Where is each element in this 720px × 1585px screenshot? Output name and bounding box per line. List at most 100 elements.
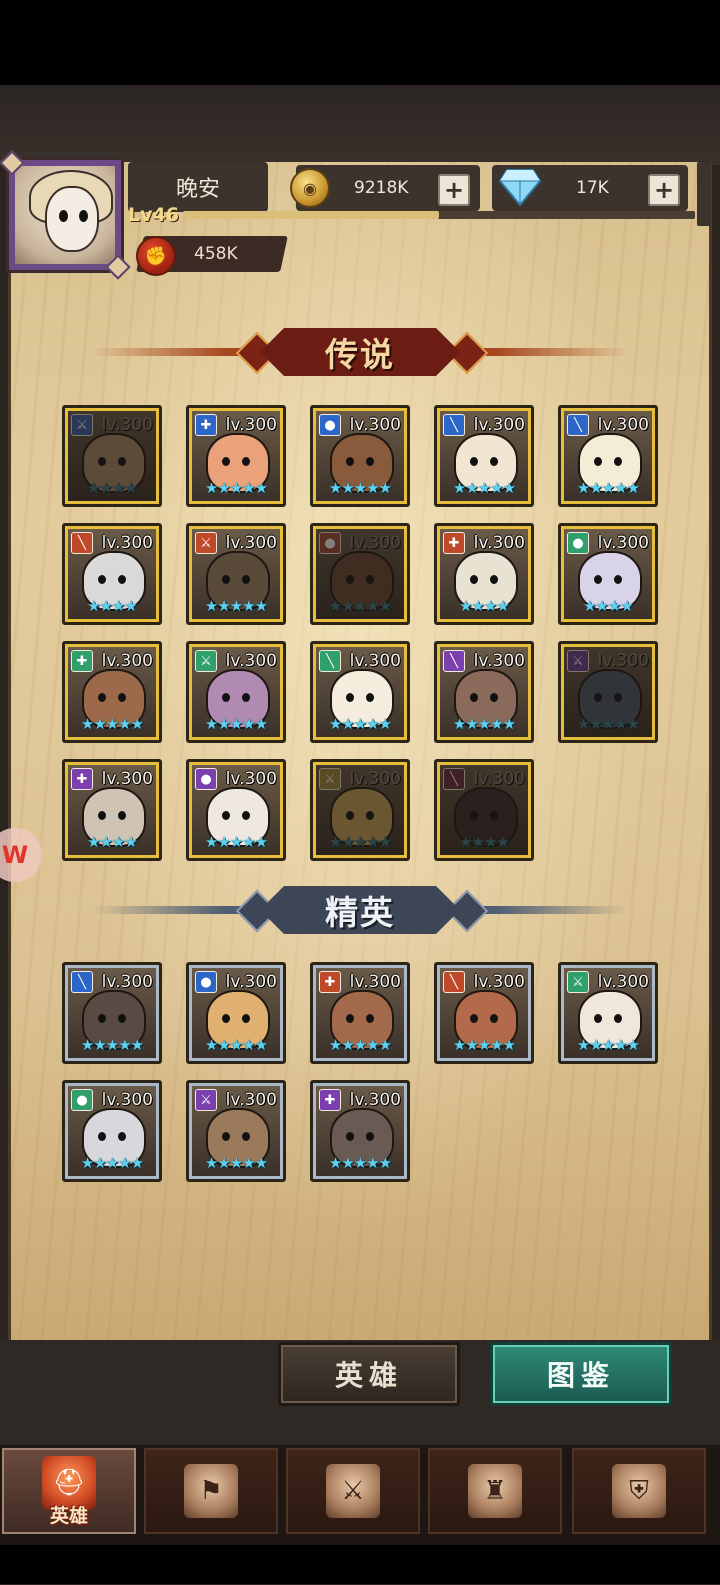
- hero-level: lv.300: [101, 972, 153, 992]
- gold-coin-icon: ◉: [290, 168, 330, 208]
- hero-level: lv.300: [473, 769, 525, 789]
- hero-card[interactable]: ╲ lv.300 ★★★★★: [434, 405, 534, 507]
- hero-card[interactable]: ⚔ lv.300 ★★★★★: [310, 759, 410, 861]
- nav-tab-crossed-swords[interactable]: ⚔: [286, 1448, 420, 1534]
- hero-class-icon: ✚: [195, 414, 217, 436]
- hero-eye: [242, 693, 250, 702]
- heroes-view-button[interactable]: 英雄: [278, 1342, 460, 1406]
- nav-tab-castle[interactable]: ♜: [428, 1448, 562, 1534]
- hero-class-icon: ✚: [71, 650, 93, 672]
- hero-card[interactable]: ● lv.300 ★★★★★: [62, 1080, 162, 1182]
- hero-card[interactable]: ✚ lv.300 ★★★★: [62, 759, 162, 861]
- hero-class-icon: ●: [195, 971, 217, 993]
- hero-star-rating: ★★★★★: [204, 833, 268, 851]
- hero-eye: [242, 1014, 250, 1023]
- hero-card[interactable]: ╲ lv.300 ★★★★: [62, 523, 162, 625]
- hero-portrait: ⚔ lv.300 ★★★★★: [564, 647, 652, 737]
- hero-card[interactable]: ● lv.300 ★★★★★: [186, 759, 286, 861]
- hero-eye: [366, 457, 374, 466]
- hero-card[interactable]: ✚ lv.300 ★★★★★: [310, 962, 410, 1064]
- hero-card[interactable]: ╲ lv.300 ★★★★★: [310, 641, 410, 743]
- guild-shield-icon: ⛨: [612, 1464, 666, 1518]
- codex-view-button[interactable]: 图鉴: [490, 1342, 672, 1406]
- nav-tab-label: 英雄: [49, 1505, 88, 1527]
- hero-eye: [242, 575, 250, 584]
- hero-star-rating: ★★★★★: [204, 479, 268, 497]
- hero-portrait: ⚔ lv.300 ★★★★★: [192, 647, 280, 737]
- side-scroll-handle[interactable]: [697, 162, 711, 226]
- hero-portrait: ● lv.300 ★★★★★: [316, 411, 404, 501]
- hero-card[interactable]: ✚ lv.300 ★★★★★: [186, 405, 286, 507]
- hero-class-icon: ⚔: [319, 768, 341, 790]
- hero-portrait: ● lv.300 ★★★★★: [68, 1086, 156, 1176]
- hero-class-icon: ●: [195, 768, 217, 790]
- hero-face: [454, 787, 518, 847]
- hero-level: lv.300: [101, 533, 153, 553]
- hero-card[interactable]: ╲ lv.300 ★★★★★: [434, 641, 534, 743]
- hero-portrait: ╲ lv.300 ★★★★: [68, 529, 156, 619]
- hero-level: lv.300: [225, 1090, 277, 1110]
- hero-card[interactable]: ● lv.300 ★★★★★: [310, 523, 410, 625]
- hero-star-rating: ★★★★: [459, 833, 510, 851]
- hero-portrait: ╲ lv.300 ★★★★: [440, 765, 528, 855]
- add-gold-button[interactable]: +: [438, 174, 470, 206]
- power-value: 458K: [194, 244, 238, 264]
- hero-eye: [490, 693, 498, 702]
- hero-card[interactable]: ╲ lv.300 ★★★★★: [62, 962, 162, 1064]
- hero-star-rating: ★★★★★: [204, 715, 268, 733]
- hero-eye: [242, 811, 250, 820]
- hero-class-icon: ●: [567, 532, 589, 554]
- hero-portrait: ╲ lv.300 ★★★★★: [440, 411, 528, 501]
- hero-card[interactable]: ✚ lv.300 ★★★★★: [310, 1080, 410, 1182]
- hero-card[interactable]: ✚ lv.300 ★★★★: [434, 523, 534, 625]
- hero-portrait: ╲ lv.300 ★★★★★: [440, 968, 528, 1058]
- hero-card[interactable]: ⚔ lv.300 ★★★★: [62, 405, 162, 507]
- hero-card[interactable]: ⚔ lv.300 ★★★★★: [186, 641, 286, 743]
- hero-star-rating: ★★★★★: [328, 479, 392, 497]
- hero-card[interactable]: ● lv.300 ★★★★★: [186, 962, 286, 1064]
- hero-portrait: ╲ lv.300 ★★★★★: [316, 647, 404, 737]
- hero-card[interactable]: ╲ lv.300 ★★★★★: [434, 962, 534, 1064]
- hero-card[interactable]: ╲ lv.300 ★★★★★: [558, 405, 658, 507]
- hero-eye: [594, 457, 602, 466]
- hero-class-icon: ●: [71, 1089, 93, 1111]
- hero-star-rating: ★★★★★: [80, 715, 144, 733]
- hero-card[interactable]: ⚔ lv.300 ★★★★★: [186, 1080, 286, 1182]
- hero-star-rating: ★★★★: [459, 597, 510, 615]
- hero-level: lv.300: [473, 415, 525, 435]
- hero-portrait: ✚ lv.300 ★★★★★: [68, 647, 156, 737]
- hero-portrait: ⚔ lv.300 ★★★★★: [192, 529, 280, 619]
- hero-eye: [470, 1014, 478, 1023]
- diamond-icon: [499, 169, 541, 206]
- hero-card[interactable]: ● lv.300 ★★★★★: [310, 405, 410, 507]
- hero-eye: [366, 1014, 374, 1023]
- hero-eye: [346, 457, 354, 466]
- hero-card[interactable]: ✚ lv.300 ★★★★★: [62, 641, 162, 743]
- nav-tab-guild-shield[interactable]: ⛨: [572, 1448, 706, 1534]
- hero-card[interactable]: ⚔ lv.300 ★★★★★: [186, 523, 286, 625]
- hero-class-icon: ✚: [71, 768, 93, 790]
- hero-eye: [366, 693, 374, 702]
- hero-card[interactable]: ⚔ lv.300 ★★★★★: [558, 962, 658, 1064]
- add-diamond-button[interactable]: +: [648, 174, 680, 206]
- hero-portrait: ⚔ lv.300 ★★★★★: [316, 765, 404, 855]
- hero-class-icon: ╲: [567, 414, 589, 436]
- hero-card[interactable]: ● lv.300 ★★★★: [558, 523, 658, 625]
- hero-level: lv.300: [225, 533, 277, 553]
- nav-tab-flag[interactable]: ⚑: [144, 1448, 278, 1534]
- hero-eye: [346, 811, 354, 820]
- hero-card[interactable]: ⚔ lv.300 ★★★★★: [558, 641, 658, 743]
- player-avatar[interactable]: [0, 150, 131, 280]
- hero-card[interactable]: ╲ lv.300 ★★★★: [434, 759, 534, 861]
- hero-class-icon: ⚔: [195, 532, 217, 554]
- hero-eye: [118, 575, 126, 584]
- hero-eye: [118, 1132, 126, 1141]
- hero-eye: [470, 575, 478, 584]
- hero-star-rating: ★★★★★: [576, 1036, 640, 1054]
- hero-portrait: ╲ lv.300 ★★★★★: [564, 411, 652, 501]
- hero-eye: [614, 1014, 622, 1023]
- nav-tab-helmet[interactable]: ⛑ 英雄: [2, 1448, 136, 1534]
- hero-star-rating: ★★★★★: [452, 1036, 516, 1054]
- hero-eye: [366, 1132, 374, 1141]
- hero-star-rating: ★★★★: [583, 597, 634, 615]
